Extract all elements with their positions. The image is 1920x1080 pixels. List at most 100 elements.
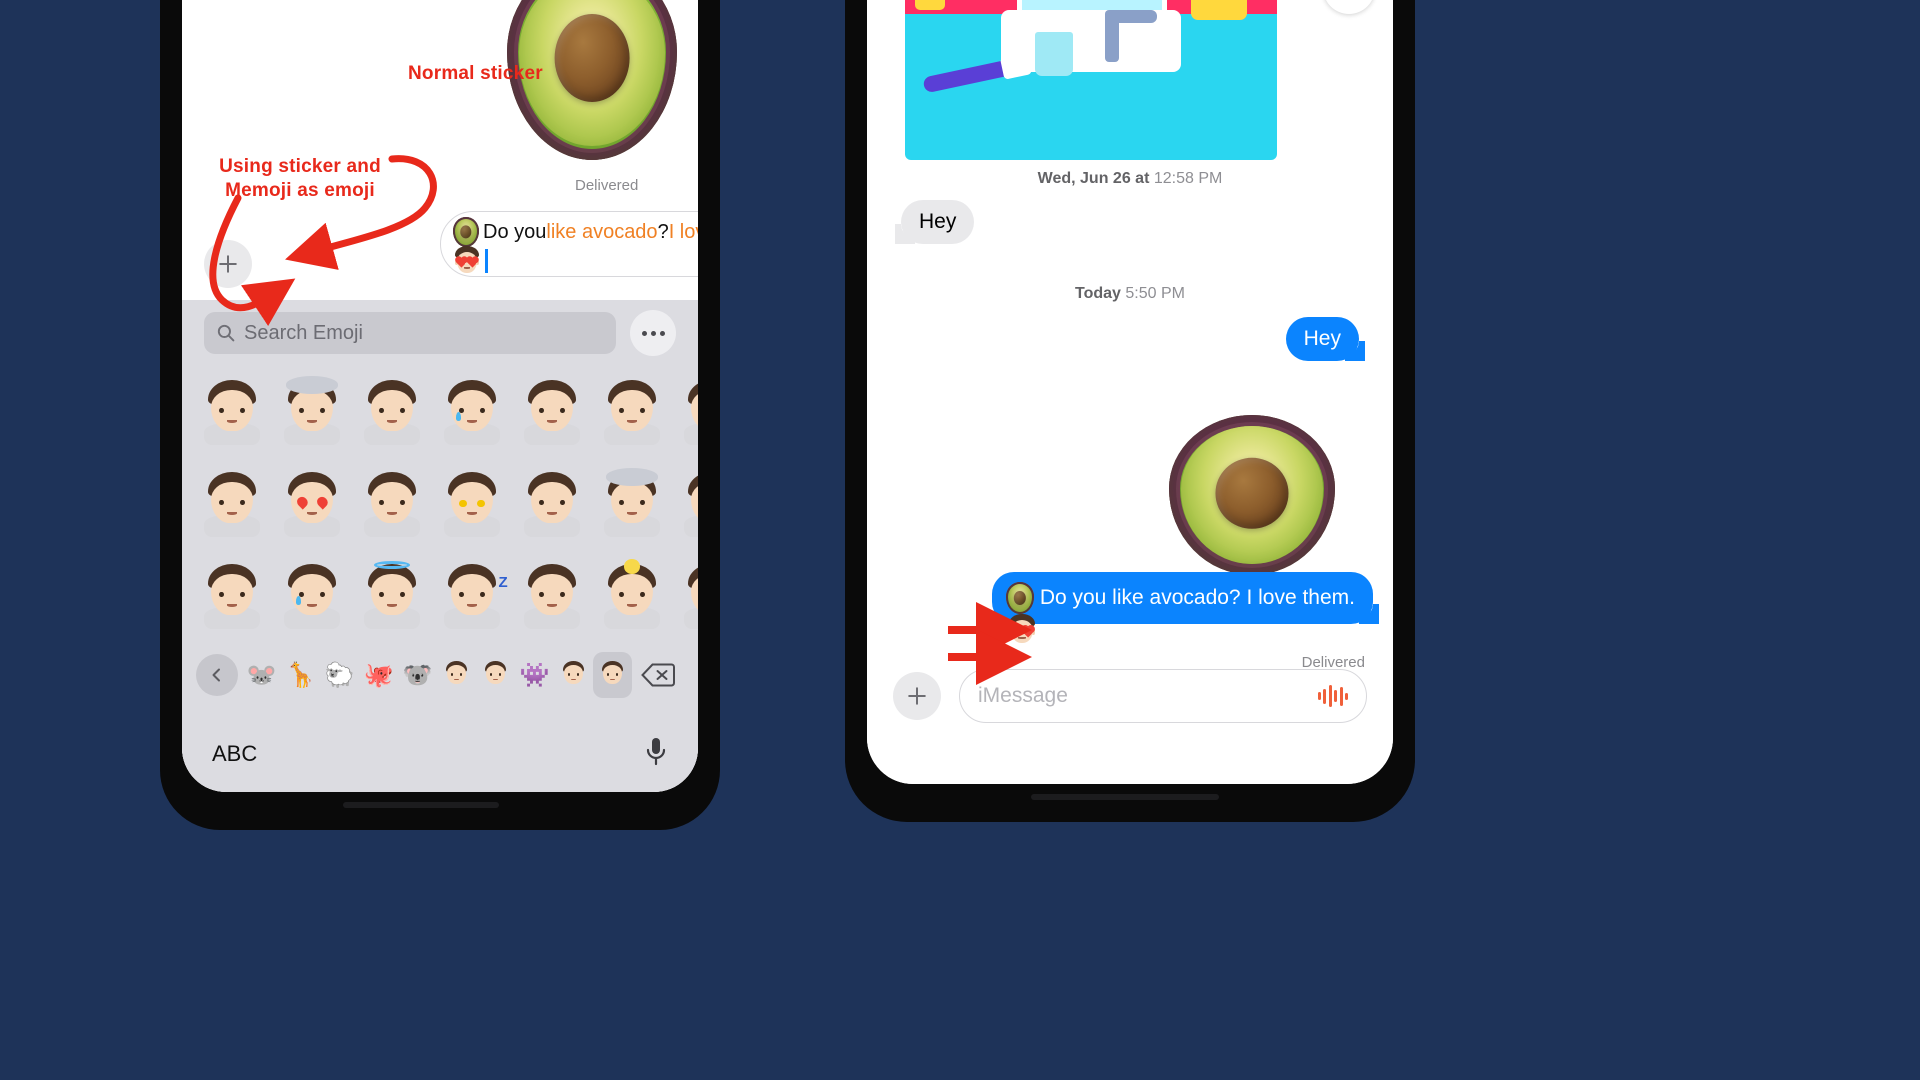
more-dot-2 xyxy=(650,330,656,336)
memoji-glyph xyxy=(679,379,698,445)
timestamp-1-prefix: Wed, Jun 26 at xyxy=(1037,170,1150,187)
imessage-placeholder: iMessage xyxy=(978,684,1068,707)
screenshot-stage: Delivered Do you like avocado ? I lo Sea… xyxy=(0,0,1920,1080)
memoji-glyph xyxy=(679,471,698,537)
emoji-category-koala-icon[interactable]: 🐨 xyxy=(398,652,437,698)
memoji-heart-eyes-in-bubble[interactable] xyxy=(1007,614,1037,646)
emoji-prev-page-button[interactable] xyxy=(196,654,238,696)
emoji-category-alien-icon[interactable]: 👾 xyxy=(515,652,554,698)
memoji-sad-tear[interactable] xyxy=(432,370,512,454)
abc-key[interactable]: ABC xyxy=(212,741,257,767)
avocado-pit xyxy=(554,14,630,102)
toothbrush xyxy=(922,58,1016,94)
memoji-glyph xyxy=(439,379,505,445)
compose-line-1: Do you like avocado? I love them. xyxy=(453,217,698,247)
compose-text-field-left[interactable]: Do you like avocado? I love them. xyxy=(440,211,698,277)
memoji-sleeping[interactable]: Z xyxy=(432,554,512,638)
avocado-pit xyxy=(1215,458,1289,529)
memoji-glyph xyxy=(599,468,665,537)
emoji-category-mouse-icon[interactable]: 🐭 xyxy=(242,652,281,698)
memoji-glyph xyxy=(519,379,585,445)
memoji-glyph xyxy=(279,376,345,445)
audio-message-icon[interactable] xyxy=(1317,684,1348,708)
avocado-flesh xyxy=(1180,426,1324,564)
attachment-plus-button-right[interactable] xyxy=(893,672,941,720)
timestamp-wed-jun-26: Wed, Jun 26 at 12:58 PM xyxy=(867,170,1393,188)
memoji-star-eyes[interactable] xyxy=(432,462,512,546)
search-icon xyxy=(217,324,235,342)
emoji-category-memoji-face-4[interactable] xyxy=(593,652,632,698)
memoji-laughing-tears[interactable] xyxy=(272,554,352,638)
compose-content: Do you like avocado? I love them. xyxy=(441,212,698,276)
search-emoji-placeholder: Search Emoji xyxy=(244,321,363,344)
memoji-glyph: Z xyxy=(439,563,508,629)
memoji-glyph-small xyxy=(598,660,628,690)
memoji-partial[interactable] xyxy=(672,462,698,546)
memoji-neutral[interactable] xyxy=(352,370,432,454)
avocado-sticker-inline[interactable] xyxy=(453,217,479,247)
memoji-pleading[interactable] xyxy=(192,462,272,546)
panda-brushing-teeth-sticker[interactable] xyxy=(905,0,1277,160)
save-sticker-button[interactable] xyxy=(1323,0,1375,14)
memoji-idea-bulb[interactable] xyxy=(592,554,672,638)
avocado-pit xyxy=(1013,590,1026,605)
message-bubble-outgoing-hey[interactable]: Hey xyxy=(1285,317,1365,361)
message-text: Hey xyxy=(1303,327,1341,350)
compose-line-2 xyxy=(453,245,698,276)
chevron-left-icon xyxy=(212,668,220,682)
memoji-heart-eyes[interactable] xyxy=(272,462,352,546)
dictation-button[interactable] xyxy=(644,736,668,773)
backspace-button[interactable] xyxy=(632,654,684,696)
message-bubble-outgoing-avocado[interactable]: Do you like avocado? I love them. xyxy=(991,572,1379,624)
toothpaste-tube xyxy=(915,0,945,10)
memoji-glyph xyxy=(359,471,425,537)
more-options-button[interactable] xyxy=(630,310,676,356)
imessage-text-input[interactable]: iMessage xyxy=(959,669,1367,723)
memoji-waving[interactable] xyxy=(192,370,272,454)
search-emoji-input[interactable]: Search Emoji xyxy=(204,312,616,354)
memoji-shushing[interactable] xyxy=(512,370,592,454)
phone-left-bezel: Delivered Do you like avocado ? I lo Sea… xyxy=(182,0,698,792)
emoji-row-1 xyxy=(182,366,698,458)
memoji-glyph xyxy=(439,471,505,537)
timestamp-2-prefix: Today xyxy=(1075,285,1121,302)
emoji-category-memoji-face-2[interactable] xyxy=(476,652,515,698)
message-bubble-incoming-hey[interactable]: Hey xyxy=(895,200,975,244)
memoji-covering-face[interactable] xyxy=(352,462,432,546)
memoji-raised-hand[interactable] xyxy=(512,462,592,546)
memoji-glyph-small xyxy=(559,660,589,690)
memoji-glyph xyxy=(599,379,665,445)
memoji-mouth xyxy=(1018,637,1026,639)
memoji-glyph xyxy=(679,563,698,629)
phone-right-frame: Wed, Jun 26 at 12:58 PM Hey Today 5:50 P… xyxy=(845,0,1415,822)
emoji-category-memoji-face-3[interactable] xyxy=(554,652,593,698)
compose-text-d: I love them xyxy=(668,221,698,243)
memoji-peace-sign[interactable] xyxy=(512,554,592,638)
memoji-heart-eyes-sticker-inline[interactable] xyxy=(453,245,481,276)
memoji-glyph xyxy=(199,379,265,445)
emoji-category-octopus-icon[interactable]: 🐙 xyxy=(359,652,398,698)
emoji-category-giraffe-icon[interactable]: 🦒 xyxy=(281,652,320,698)
memoji-glyph xyxy=(279,563,345,629)
avocado-sticker-message[interactable] xyxy=(1169,415,1335,575)
memoji-halo[interactable] xyxy=(352,554,432,638)
memoji-sneezing[interactable] xyxy=(592,370,672,454)
memoji-glyph-small xyxy=(442,660,472,690)
download-sticker-icon xyxy=(1337,0,1361,1)
memoji-mind-blown[interactable] xyxy=(272,370,352,454)
avocado-pit-inline xyxy=(460,225,472,239)
avocado-sticker-in-bubble[interactable] xyxy=(1005,582,1034,614)
attachment-plus-button-left[interactable] xyxy=(204,240,252,288)
memoji-partial[interactable] xyxy=(672,554,698,638)
memoji-emoji-grid: Z xyxy=(182,366,698,642)
memoji-cloud-head[interactable] xyxy=(592,462,672,546)
keyboard-bottom-row: ABC xyxy=(182,716,698,792)
memoji-partial[interactable] xyxy=(672,370,698,454)
emoji-category-memoji-face-1[interactable] xyxy=(437,652,476,698)
microphone-icon xyxy=(646,737,666,765)
plus-icon xyxy=(219,255,237,273)
memoji-thumbs-up[interactable] xyxy=(192,554,272,638)
annotation-normal-sticker: Normal sticker xyxy=(408,63,543,84)
emoji-category-sheep-icon[interactable]: 🐑 xyxy=(320,652,359,698)
panda-faucet xyxy=(1105,10,1157,62)
